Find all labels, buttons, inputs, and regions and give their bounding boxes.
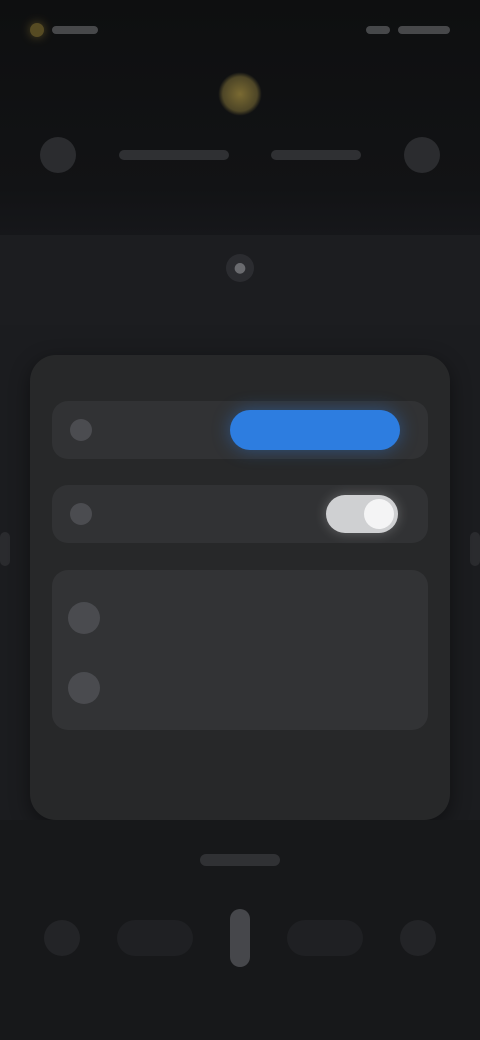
signal-icon bbox=[366, 26, 390, 34]
cloud-icon[interactable] bbox=[40, 137, 76, 173]
moon-icon[interactable] bbox=[403, 137, 440, 173]
device-icon bbox=[68, 672, 100, 704]
weather-row bbox=[40, 135, 440, 175]
left-edge-handle[interactable] bbox=[0, 532, 10, 566]
home-icon[interactable] bbox=[400, 920, 436, 956]
back-icon[interactable] bbox=[44, 920, 80, 956]
wifi-row[interactable] bbox=[52, 401, 428, 459]
list-item[interactable] bbox=[52, 654, 428, 722]
bluetooth-row[interactable] bbox=[52, 485, 428, 543]
wifi-toggle-button[interactable] bbox=[230, 410, 400, 450]
nav-pill-right[interactable] bbox=[287, 920, 363, 956]
weather-left-text bbox=[118, 150, 229, 160]
battery-icon bbox=[398, 26, 450, 34]
status-bar bbox=[30, 18, 450, 42]
weather-right-text bbox=[271, 150, 362, 160]
bluetooth-icon bbox=[70, 503, 92, 525]
status-left bbox=[30, 23, 98, 37]
lock-glyph: ● bbox=[233, 260, 247, 276]
drag-handle[interactable] bbox=[230, 909, 250, 967]
wifi-icon bbox=[70, 419, 92, 441]
user-icon bbox=[68, 602, 100, 634]
nav-pill-left[interactable] bbox=[117, 920, 193, 956]
sun-icon bbox=[218, 72, 262, 116]
list-item[interactable] bbox=[52, 584, 428, 652]
bottom-title bbox=[200, 854, 280, 866]
bluetooth-toggle[interactable] bbox=[326, 495, 398, 533]
right-edge-handle[interactable] bbox=[470, 532, 480, 566]
device-list bbox=[52, 570, 428, 730]
sun-status-icon bbox=[30, 23, 44, 37]
lock-icon[interactable]: ● bbox=[226, 254, 254, 282]
status-right bbox=[366, 26, 450, 34]
status-left-text bbox=[52, 26, 98, 34]
bottom-nav bbox=[44, 908, 436, 968]
quick-settings-card bbox=[30, 355, 450, 820]
